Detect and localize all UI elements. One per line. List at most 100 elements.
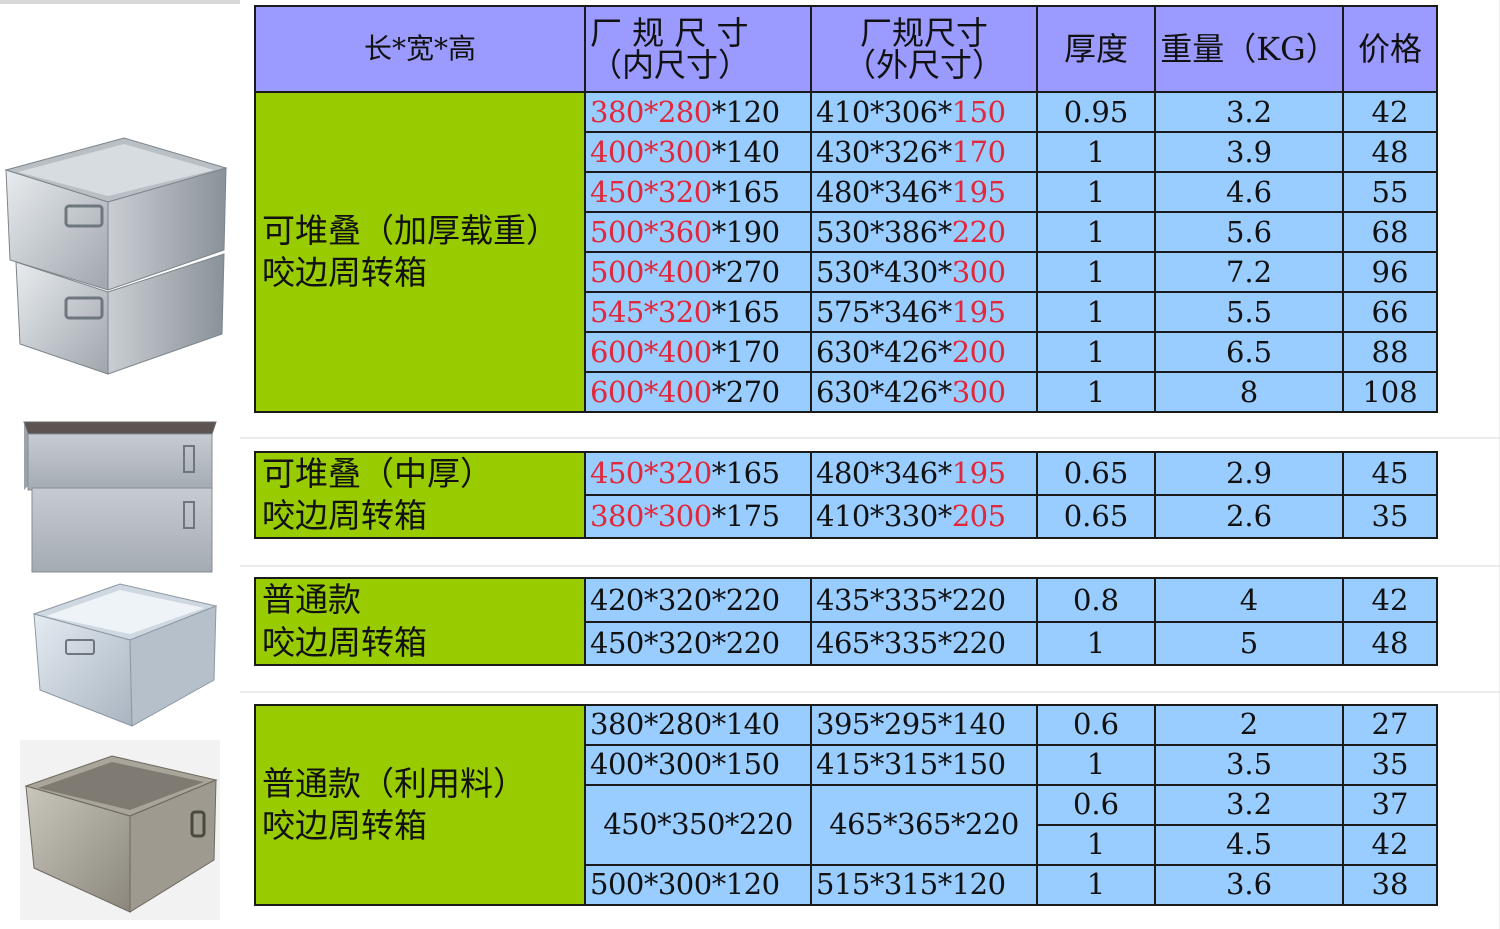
inner-red-part: 450*320 [590,456,712,491]
standard-galvanized-box-icon [32,583,218,727]
thickness-cell: 1 [1036,291,1156,333]
inner-black-part: *170 [711,334,780,369]
group-name-line1: 可堆叠（加厚载重） [262,210,559,250]
outer-size-cell: 480*346*195 [810,171,1038,213]
inner-red-part: 600*400 [590,374,712,409]
inner-black-part: *165 [711,456,780,491]
thickness-cell: 0.65 [1036,450,1156,497]
header-row: 长*宽*高 厂 规 尺 寸 （内尺寸） 厂规尺寸 （外尺寸） 厚度 重量（KG）… [254,5,1438,93]
outer-red-part: 195 [951,174,1006,209]
thickness-cell: 1 [1036,251,1156,293]
weight-cell: 3.6 [1154,863,1344,906]
inner-red-part: 500*400 [590,254,712,289]
outer-size-cell: 410*306*150 [810,91,1038,133]
spacer-row [255,411,1437,453]
weight-cell: 2 [1154,703,1344,746]
header-inner-line1: 厂 规 尺 寸 [590,14,749,52]
spacer-cell [255,411,1437,453]
outer-size-cell: 415*315*150 [810,743,1038,786]
price-cell: 88 [1342,331,1438,373]
thickness-cell: 1 [1036,171,1156,213]
group-name-line2: 咬边周转箱 [262,805,427,845]
inner-size-cell: 450*320*165 [584,450,812,497]
outer-size-cell: 395*295*140 [810,703,1038,746]
thickness-cell: 1 [1036,131,1156,173]
group-name-line1: 可堆叠（中厚） [262,454,493,493]
table-row: 普通款（利用料） 咬边周转箱 380*280*140 395*295*140 0.… [254,703,1438,906]
outer-black-part: 630*426* [816,334,952,369]
inner-red-part: 400*300 [590,134,712,169]
stacked-thick-galvanized-box-icon [4,137,228,375]
outer-size-cell: 515*315*120 [810,863,1038,906]
outer-black-part: 575*346* [816,294,952,329]
thickness-cell: 0.8 [1036,577,1156,623]
price-cell: 66 [1342,291,1438,333]
stacked-medium-galvanized-box-icon [23,421,217,573]
recycled-material-galvanized-box-icon [20,740,220,920]
group-name-line1: 普通款 [262,580,361,620]
inner-size-cell: 500*300*120 [584,863,812,906]
weight-cell: 3.9 [1154,131,1344,173]
weight-cell: 7.2 [1154,251,1344,293]
outer-black-part: 630*426* [816,374,952,409]
spacer-cell [255,537,1437,580]
outer-black-part: 410*330* [816,499,952,534]
header-inner-line2: （内尺寸） [590,46,751,84]
price-cell: 96 [1342,251,1438,293]
outer-black-part: 480*346* [816,174,952,209]
weight-cell: 2.9 [1154,450,1344,497]
thickness-cell: 0.95 [1036,91,1156,133]
outer-black-part: 430*326* [816,134,952,169]
inner-black-part: *165 [711,294,780,329]
thickness-cell: 1 [1036,331,1156,373]
inner-red-part: 450*320 [590,174,712,209]
group-name-line2: 咬边周转箱 [262,253,427,292]
price-cell: 45 [1342,450,1438,497]
inner-black-part: *165 [711,174,780,209]
group-name-cell: 普通款 咬边周转箱 [254,577,586,666]
inner-size-cell: 400*300*150 [584,743,812,786]
price-cell: 108 [1342,371,1438,413]
outer-red-part: 195 [951,294,1006,329]
inner-black-part: *190 [711,214,780,249]
price-cell: 38 [1342,863,1438,906]
inner-red-part: 380*300 [590,499,712,534]
spacer-cell [255,663,1437,706]
price-cell: 42 [1342,823,1438,866]
weight-cell: 5 [1154,620,1344,666]
weight-cell: 3.2 [1154,91,1344,133]
price-cell: 48 [1342,131,1438,173]
group-name-line2: 咬边周转箱 [262,496,427,536]
header-inner-size: 厂 规 尺 寸 （内尺寸） [584,5,812,93]
outer-black-part: 480*346* [816,456,952,491]
inner-black-part: *175 [711,499,780,534]
outer-red-part: 200 [951,334,1006,369]
thickness-cell: 0.6 [1036,703,1156,746]
inner-black-part: *270 [711,254,780,289]
outer-size-cell: 410*330*205 [810,494,1038,540]
outer-red-part: 195 [951,456,1006,491]
inner-size-cell: 450*350*220 [584,783,812,866]
thickness-cell: 0.65 [1036,494,1156,540]
inner-size-cell: 545*320*165 [584,291,812,333]
inner-red-part: 600*400 [590,334,712,369]
inner-size-cell: 500*400*270 [584,251,812,293]
inner-size-cell: 420*320*220 [584,577,812,623]
outer-red-part: 150 [951,94,1006,129]
outer-size-cell: 530*386*220 [810,211,1038,253]
outer-size-cell: 480*346*195 [810,450,1038,497]
outer-black-part: 410*306* [816,94,952,129]
price-cell: 42 [1342,577,1438,623]
thickness-cell: 1 [1036,620,1156,666]
outer-size-cell: 430*326*170 [810,131,1038,173]
inner-size-cell: 400*300*140 [584,131,812,173]
group-name-line1: 普通款（利用料） [262,763,526,803]
header-outer-line1: 厂规尺寸 [859,14,988,52]
inner-black-part: *270 [711,374,780,409]
inner-size-cell: 380*300*175 [584,494,812,540]
price-cell: 42 [1342,91,1438,133]
header-outer-size: 厂规尺寸 （外尺寸） [810,5,1038,93]
spacer-row [255,663,1437,706]
outer-size-cell: 630*426*200 [810,331,1038,373]
top-border-strip [0,0,240,4]
